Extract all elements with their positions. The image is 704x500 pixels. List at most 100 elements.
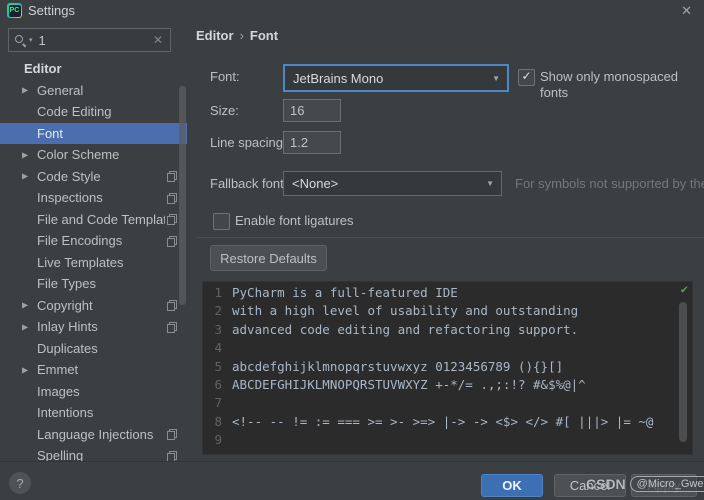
chevron-right-icon[interactable]: ▶ [22,86,28,95]
preview-line: 9 [203,431,692,449]
preview-line: 8 <!-- -- != := === >= >- >=> |-> -> <$>… [203,413,692,431]
chevron-right-icon[interactable]: ▶ [22,365,28,374]
copy-icon [167,236,176,246]
sidebar-item-label: File and Code Templates [37,212,165,227]
line-spacing-input[interactable]: 1.2 [283,131,341,154]
show-monospaced-checkbox[interactable] [518,69,535,86]
ok-button[interactable]: OK [481,474,543,497]
line-spacing-label: Line spacing: [210,131,287,154]
preview-code: ABCDEFGHIJKLMNOPQRSTUVWXYZ +-*/= .,;:!? … [232,376,586,394]
preview-code: advanced code editing and refactoring su… [232,321,578,339]
sidebar-item-general[interactable]: ▶ General [0,80,187,102]
sidebar-item-editor[interactable]: Editor [0,58,187,80]
size-input[interactable]: 16 [283,99,341,122]
sidebar-item-label: Inlay Hints [37,319,98,334]
line-number: 6 [207,376,222,394]
settings-sidebar: ▾ 1 ✕ Editor ▶ General Code Editing Font… [0,22,187,462]
help-button[interactable]: ? [9,472,31,494]
chevron-down-icon: ▼ [486,179,494,188]
search-input[interactable]: ▾ 1 ✕ [8,28,171,52]
inspection-ok-icon: ✔ [681,282,688,296]
line-number: 4 [207,339,222,357]
font-family-select[interactable]: JetBrains Mono ▼ [283,64,509,92]
window-titlebar: PC Settings ✕ [0,0,704,23]
sidebar-item-copyright[interactable]: ▶ Copyright [0,295,187,317]
chevron-right-icon[interactable]: ▶ [22,322,28,331]
sidebar-item-emmet[interactable]: ▶ Emmet [0,359,187,381]
preview-line: 5 abcdefghijklmnopqrstuvwxyz 0123456789 … [203,358,692,376]
breadcrumb: Editor › Font [196,28,278,43]
preview-line: 2 with a high level of usability and out… [203,302,692,320]
sidebar-item-label: Live Templates [37,255,123,270]
sidebar-scrollbar[interactable] [179,86,186,305]
sidebar-item-file-types[interactable]: File Types [0,273,187,295]
sidebar-item-code-editing[interactable]: Code Editing [0,101,187,123]
copy-icon [167,300,176,310]
sidebar-item-code-style[interactable]: ▶ Code Style [0,166,187,188]
sidebar-item-label: File Encodings [37,233,122,248]
sidebar-item-label: Emmet [37,362,78,377]
sidebar-item-inspections[interactable]: Inspections [0,187,187,209]
preview-code: with a high level of usability and outst… [232,302,578,320]
sidebar-item-label: Copyright [37,298,93,313]
sidebar-item-file-and-code-templates[interactable]: File and Code Templates [0,209,187,231]
sidebar-item-label: Code Style [37,169,101,184]
search-options-chevron-icon[interactable]: ▾ [29,36,33,44]
sidebar-item-label: Language Injections [37,427,153,442]
show-monospaced-label: Show only monospaced fonts [540,69,704,101]
preview-code: <!-- -- != := === >= >- >=> |-> -> <$> <… [232,413,653,431]
sidebar-item-label: Intentions [37,405,93,420]
sidebar-item-label: Inspections [37,190,103,205]
chevron-right-icon[interactable]: ▶ [22,172,28,181]
sidebar-item-language-injections[interactable]: Language Injections [0,424,187,446]
line-number: 3 [207,321,222,339]
line-number: 9 [207,431,222,449]
line-spacing-value: 1.2 [290,135,308,150]
fallback-font-label: Fallback font: [210,171,287,196]
size-label: Size: [210,99,239,122]
copy-icon [167,171,176,181]
size-value: 16 [290,103,304,118]
preview-line: 7 [203,394,692,412]
fallback-font-value: <None> [292,176,486,191]
sidebar-item-intentions[interactable]: Intentions [0,402,187,424]
breadcrumb-editor[interactable]: Editor [196,28,234,43]
cancel-button[interactable]: Cancel [554,474,626,497]
sidebar-item-label: Font [37,126,63,141]
section-divider [196,237,704,238]
restore-defaults-button[interactable]: Restore Defaults [210,245,327,271]
pycharm-logo-icon: PC [7,3,22,18]
font-preview-editor[interactable]: 1 PyCharm is a full-featured IDE 2 with … [202,281,693,455]
sidebar-item-label: Duplicates [37,341,98,356]
line-number: 5 [207,358,222,376]
close-icon[interactable]: ✕ [681,3,692,19]
font-label: Font: [210,64,240,90]
chevron-right-icon[interactable]: ▶ [22,150,28,159]
font-ligatures-checkbox[interactable] [213,213,230,230]
search-icon [14,33,28,47]
preview-scrollbar[interactable] [679,302,687,442]
preview-line: 3 advanced code editing and refactoring … [203,321,692,339]
sidebar-item-live-templates[interactable]: Live Templates [0,252,187,274]
sidebar-item-font[interactable]: Font [0,123,187,145]
search-clear-icon[interactable]: ✕ [153,33,163,47]
line-number: 7 [207,394,222,412]
chevron-right-icon[interactable]: ▶ [22,301,28,310]
preview-line: 4 [203,339,692,357]
fallback-font-select[interactable]: <None> ▼ [283,171,502,196]
sidebar-item-file-encodings[interactable]: File Encodings [0,230,187,252]
font-ligatures-label: Enable font ligatures [235,213,354,229]
sidebar-item-inlay-hints[interactable]: ▶ Inlay Hints [0,316,187,338]
breadcrumb-separator: › [234,28,250,43]
sidebar-item-images[interactable]: Images [0,381,187,403]
copy-icon [167,214,176,224]
apply-button[interactable]: Apply [631,474,697,497]
search-value: 1 [39,33,153,48]
preview-code: abcdefghijklmnopqrstuvwxyz 0123456789 ()… [232,358,563,376]
sidebar-item-color-scheme[interactable]: ▶ Color Scheme [0,144,187,166]
sidebar-item-duplicates[interactable]: Duplicates [0,338,187,360]
breadcrumb-font: Font [250,28,278,43]
copy-icon [167,451,176,461]
copy-icon [167,322,176,332]
sidebar-item-label: General [37,83,83,98]
